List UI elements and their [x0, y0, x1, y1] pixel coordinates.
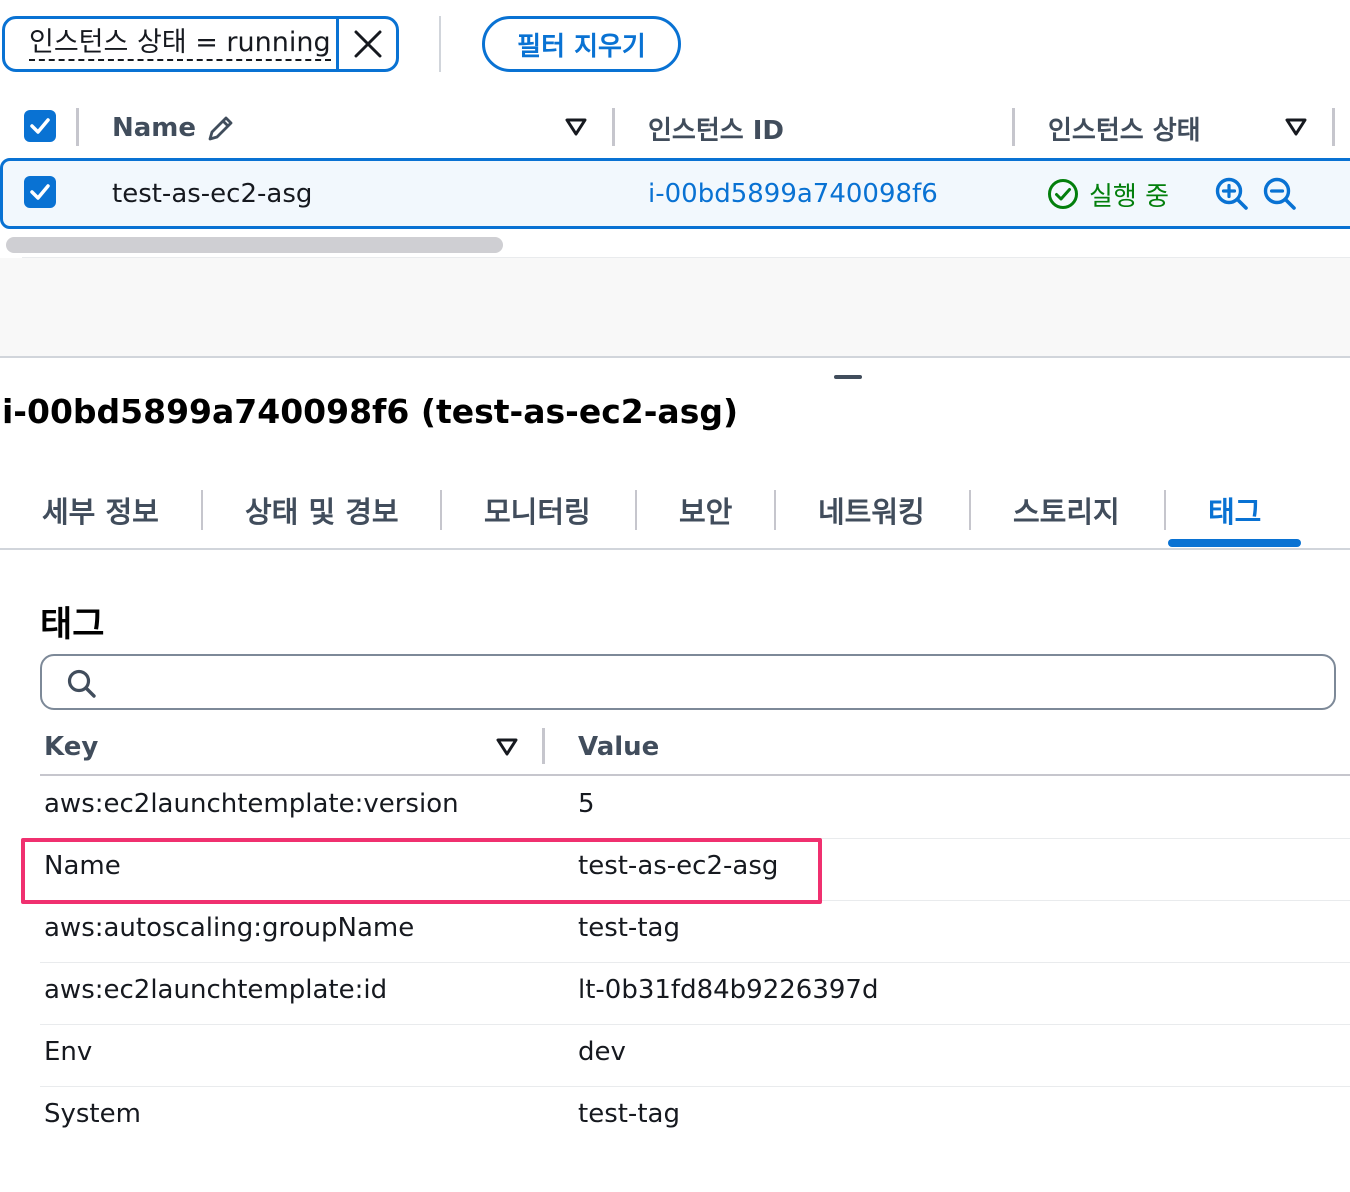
close-icon: [354, 30, 381, 58]
table-row: System test-tag: [40, 1087, 1350, 1149]
tag-value: lt-0b31fd84b9226397d: [578, 975, 879, 1005]
column-header-instance-state[interactable]: 인스턴스 상태: [1048, 108, 1201, 148]
table-row: Env dev: [40, 1025, 1350, 1087]
column-header-name-label: Name: [112, 113, 197, 143]
sort-down-icon[interactable]: [564, 116, 588, 138]
tab-tags[interactable]: 태그: [1208, 490, 1261, 530]
column-header-instance-id[interactable]: 인스턴스 ID: [648, 108, 784, 148]
column-separator: [1332, 108, 1335, 146]
remove-filter-button[interactable]: [336, 19, 396, 69]
row-name: test-as-ec2-asg: [112, 179, 313, 209]
tabs-divider: [0, 548, 1350, 550]
page-title: i-00bd5899a740098f6 (test-as-ec2-asg): [2, 392, 739, 431]
tab-monitoring[interactable]: 모니터링: [484, 490, 591, 530]
column-header-key[interactable]: Key: [44, 728, 98, 766]
tab-separator: [774, 490, 776, 530]
filter-token[interactable]: 인스턴스 상태 = running: [2, 16, 399, 72]
tag-search-input[interactable]: [112, 664, 1312, 700]
tag-key: aws:ec2launchtemplate:version: [44, 789, 459, 819]
column-separator: [612, 108, 615, 146]
split-panel-border: [0, 356, 1350, 358]
toolbar-divider: [439, 16, 441, 72]
table-row: aws:autoscaling:groupName test-tag: [40, 901, 1350, 963]
column-header-value[interactable]: Value: [578, 728, 659, 766]
highlight-annotation: [21, 838, 822, 904]
tag-search[interactable]: [40, 654, 1336, 710]
tab-separator: [1164, 490, 1166, 530]
tag-key: aws:ec2launchtemplate:id: [44, 975, 388, 1005]
column-separator: [542, 728, 545, 764]
tab-separator: [635, 490, 637, 530]
tab-networking[interactable]: 네트워킹: [818, 490, 925, 530]
tag-value: test-tag: [578, 1099, 680, 1129]
table-row: aws:ec2launchtemplate:version 5: [40, 777, 1350, 839]
instance-state-badge: 실행 중: [1047, 176, 1169, 212]
sort-down-icon[interactable]: [1284, 116, 1308, 138]
pencil-icon: [208, 116, 233, 141]
section-title: 태그: [40, 605, 105, 645]
detail-tabs: 세부 정보 상태 및 경보 모니터링 보안 네트워킹 스토리지 태그: [0, 480, 1350, 550]
tab-separator: [440, 490, 442, 530]
sort-down-icon[interactable]: [495, 736, 519, 758]
zoom-in-icon[interactable]: [1214, 176, 1250, 212]
select-all-checkbox[interactable]: [24, 110, 56, 142]
table-row: aws:ec2launchtemplate:id lt-0b31fd84b922…: [40, 963, 1350, 1025]
tag-table-header-divider: [40, 774, 1350, 776]
clear-filters-button[interactable]: 필터 지우기: [482, 16, 681, 72]
tag-value: dev: [578, 1037, 626, 1067]
tag-key: System: [44, 1099, 141, 1129]
check-icon: [30, 118, 50, 134]
tag-key: aws:autoscaling:groupName: [44, 913, 415, 943]
tag-key: Env: [44, 1037, 93, 1067]
row-checkbox[interactable]: [24, 176, 56, 208]
filter-token-label[interactable]: 인스턴스 상태 = running: [5, 19, 336, 69]
horizontal-scrollbar[interactable]: [6, 237, 503, 253]
tag-value: test-tag: [578, 913, 680, 943]
column-separator: [76, 108, 79, 146]
tab-storage[interactable]: 스토리지: [1013, 490, 1120, 530]
instance-id-link[interactable]: i-00bd5899a740098f6: [648, 176, 938, 212]
tab-status-alarms[interactable]: 상태 및 경보: [245, 490, 399, 530]
column-header-name[interactable]: Name: [112, 108, 236, 148]
tab-security[interactable]: 보안: [679, 490, 732, 530]
search-icon: [67, 669, 96, 698]
table-empty-area: [0, 258, 1350, 357]
check-icon: [30, 184, 50, 200]
instance-state-label: 실행 중: [1089, 181, 1170, 212]
tab-details[interactable]: 세부 정보: [42, 490, 159, 530]
active-tab-indicator: [1168, 539, 1301, 547]
zoom-out-icon[interactable]: [1262, 176, 1298, 212]
tab-separator: [969, 490, 971, 530]
split-panel-resize-handle[interactable]: [834, 375, 862, 379]
tab-separator: [201, 490, 203, 530]
check-circle-icon: [1048, 179, 1078, 209]
column-separator: [1012, 108, 1015, 146]
tag-value: 5: [578, 789, 595, 819]
